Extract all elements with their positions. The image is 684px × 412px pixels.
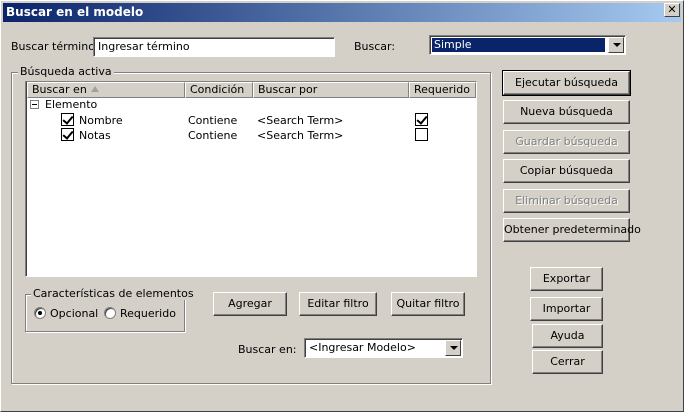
- import-button[interactable]: Importar: [530, 297, 603, 321]
- row-include-checkbox[interactable]: [61, 113, 74, 126]
- search-type-dropdown[interactable]: Simple: [429, 35, 626, 55]
- help-button[interactable]: Ayuda: [532, 324, 603, 348]
- save-search-button[interactable]: Guardar búsqueda: [503, 130, 630, 154]
- search-type-value: Simple: [432, 38, 605, 52]
- element-features-title: Características de elementos: [31, 287, 196, 300]
- sort-ascending-icon: [90, 86, 99, 92]
- window-title: Buscar en el modelo: [6, 5, 144, 19]
- row-field: Notas: [79, 129, 111, 142]
- column-header-search-in[interactable]: Buscar en: [27, 82, 185, 98]
- export-button[interactable]: Exportar: [530, 267, 603, 291]
- search-in-dropdown[interactable]: <Ingresar Modelo>: [304, 338, 463, 358]
- row-condition: Contiene: [188, 114, 238, 127]
- add-filter-button[interactable]: Agregar: [213, 292, 287, 316]
- row-search-by: <Search Term>: [257, 114, 344, 127]
- column-header-condition[interactable]: Condición: [185, 82, 253, 98]
- active-search-title: Búsqueda activa: [18, 65, 114, 78]
- close-icon[interactable]: ✕: [664, 3, 680, 17]
- new-search-button[interactable]: Nueva búsqueda: [503, 100, 630, 124]
- search-in-value: <Ingresar Modelo>: [309, 341, 416, 354]
- get-default-button[interactable]: Obtener predeterminado: [503, 218, 641, 242]
- tree-root-element: Elemento: [45, 98, 98, 111]
- run-search-button[interactable]: Ejecutar búsqueda: [502, 70, 631, 96]
- column-header-search-by[interactable]: Buscar por: [253, 82, 409, 98]
- remove-filter-button[interactable]: Quitar filtro: [391, 292, 465, 316]
- copy-search-button[interactable]: Copiar búsqueda: [503, 159, 630, 183]
- collapse-icon[interactable]: [30, 100, 39, 109]
- search-type-label: Buscar:: [354, 40, 396, 53]
- row-condition: Contiene: [188, 129, 238, 142]
- search-term-label: Buscar término:: [11, 40, 99, 53]
- row-required-checkbox[interactable]: [415, 128, 428, 141]
- chevron-down-icon[interactable]: [608, 37, 624, 53]
- radio-optional[interactable]: [34, 307, 46, 319]
- chevron-down-icon[interactable]: [445, 340, 461, 356]
- radio-required[interactable]: [104, 307, 116, 319]
- column-header-required[interactable]: Requerido: [409, 82, 476, 98]
- search-term-value: Ingresar término: [98, 40, 190, 53]
- title-bar: Buscar en el modelo: [3, 3, 681, 22]
- delete-search-button[interactable]: Eliminar búsqueda: [503, 189, 630, 213]
- radio-required-label[interactable]: Requerido: [120, 307, 176, 320]
- search-dialog: Buscar en el modelo ✕ Buscar término: In…: [0, 0, 684, 412]
- row-required-checkbox[interactable]: [415, 113, 428, 126]
- radio-optional-label[interactable]: Opcional: [50, 307, 98, 320]
- search-in-label: Buscar en:: [238, 343, 297, 356]
- row-field: Nombre: [79, 114, 123, 127]
- close-button[interactable]: Cerrar: [532, 350, 603, 374]
- search-criteria-list[interactable]: Buscar en Condición Buscar por Requerido…: [25, 81, 477, 277]
- edit-filter-button[interactable]: Editar filtro: [299, 292, 377, 316]
- row-include-checkbox[interactable]: [61, 128, 74, 141]
- search-term-input[interactable]: Ingresar término: [93, 37, 335, 57]
- row-search-by: <Search Term>: [257, 129, 344, 142]
